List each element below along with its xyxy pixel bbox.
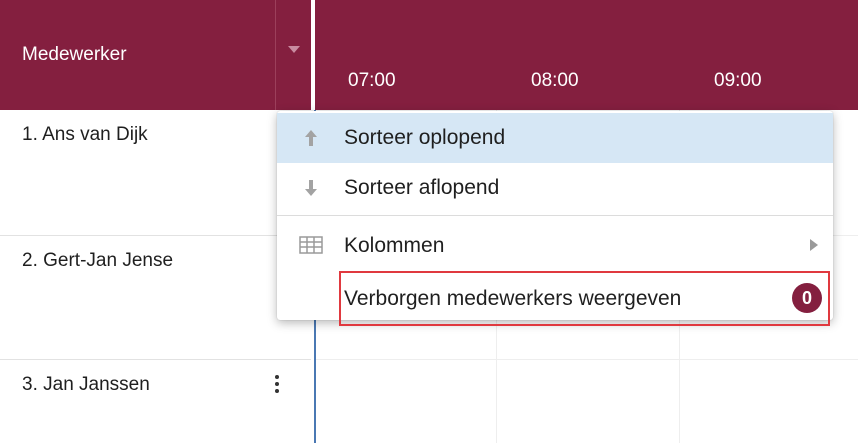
menu-item-sort-ascending[interactable]: Sorteer oplopend [277, 113, 833, 163]
arrow-up-icon [305, 130, 317, 146]
annotation-highlight [339, 271, 830, 326]
menu-item-label: Sorteer aflopend [344, 176, 500, 199]
employee-name: 3. Jan Janssen [22, 374, 150, 395]
hidden-count-badge: 0 [792, 283, 822, 313]
schedule-header: Medewerker 07:00 08:00 09:00 [0, 0, 858, 110]
employee-name: 2. Gert-Jan Jense [22, 250, 174, 271]
menu-separator [277, 215, 833, 216]
caret-down-icon [288, 46, 300, 53]
menu-item-label: Kolommen [344, 234, 445, 257]
chevron-right-icon [810, 239, 818, 251]
arrow-down-icon [305, 180, 317, 196]
time-label-0900: 09:00 [714, 70, 762, 91]
time-label-0800: 08:00 [531, 70, 579, 91]
menu-item-label: Sorteer oplopend [344, 126, 506, 149]
menu-item-sort-descending[interactable]: Sorteer aflopend [277, 163, 833, 213]
menu-item-columns[interactable]: Kolommen [277, 221, 833, 271]
employee-name: 1. Ans van Dijk [22, 124, 148, 145]
employee-row[interactable]: 2. Gert-Jan Jense [0, 236, 311, 360]
grid-line [316, 359, 858, 360]
columns-icon [299, 236, 323, 254]
employee-row[interactable]: 1. Ans van Dijk [0, 110, 311, 236]
more-options-icon[interactable] [271, 375, 283, 397]
column-title-employee[interactable]: Medewerker [22, 44, 127, 66]
employee-row[interactable]: 3. Jan Janssen [0, 360, 311, 443]
column-menu-button[interactable] [276, 0, 311, 110]
employee-list: 1. Ans van Dijk 2. Gert-Jan Jense 3. Jan… [0, 110, 311, 443]
time-label-0700: 07:00 [348, 70, 396, 91]
